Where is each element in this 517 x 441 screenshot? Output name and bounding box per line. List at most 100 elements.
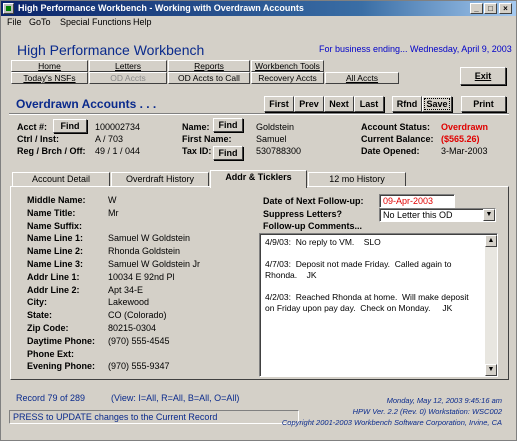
address-field-label: Zip Code: bbox=[27, 323, 69, 333]
app-window: High Performance Workbench - Working wit… bbox=[0, 0, 517, 441]
comment-entry: 4/9/03: No reply to VM. SLO bbox=[265, 237, 381, 247]
app-icon[interactable] bbox=[3, 3, 14, 14]
address-field-label: Evening Phone: bbox=[27, 361, 96, 371]
tab-addr-ticklers[interactable]: Addr & Ticklers bbox=[210, 170, 307, 188]
tax-id-label: Tax ID: bbox=[182, 146, 212, 156]
tab-account-detail[interactable]: Account Detail bbox=[12, 172, 110, 187]
dropdown-arrow-icon[interactable]: ▼ bbox=[483, 209, 495, 221]
workbench-tools-button[interactable]: Workbench Tools bbox=[251, 60, 324, 72]
suppress-letters-label: Suppress Letters? bbox=[263, 209, 343, 219]
od-accts-to-call-button[interactable]: OD Accts to Call bbox=[168, 72, 250, 84]
followup-comments-textarea[interactable]: 4/9/03: No reply to VM. SLO 4/7/03: Depo… bbox=[259, 233, 498, 377]
find-name-button[interactable]: Find bbox=[213, 118, 243, 132]
scroll-down-icon[interactable]: ▼ bbox=[485, 364, 497, 376]
address-field-value: 10034 E 92nd Pl bbox=[108, 272, 175, 282]
current-balance-label: Current Balance: bbox=[361, 134, 434, 144]
address-field-value: 80215-0304 bbox=[108, 323, 157, 333]
address-field-label: Name Title: bbox=[27, 208, 76, 218]
comment-entry: 4/7/03: Deposit not made Friday. Called … bbox=[265, 259, 454, 280]
address-field-value: (970) 555-4545 bbox=[108, 336, 170, 346]
address-field-label: Name Line 3: bbox=[27, 259, 84, 269]
address-field-label: State: bbox=[27, 310, 53, 320]
window-title: High Performance Workbench - Working wit… bbox=[18, 3, 304, 13]
tab-overdraft-history[interactable]: Overdraft History bbox=[111, 172, 209, 187]
tab-12-mo-history[interactable]: 12 mo History bbox=[308, 172, 406, 187]
menu-help[interactable]: Help bbox=[133, 16, 152, 29]
address-field-value: Mr bbox=[108, 208, 119, 218]
business-date: For business ending... Wednesday, April … bbox=[319, 44, 512, 54]
date-opened-label: Date Opened: bbox=[361, 146, 420, 156]
address-field-value: CO (Colorado) bbox=[108, 310, 167, 320]
prev-button[interactable]: Prev bbox=[294, 96, 324, 112]
address-field-label: Name Suffix: bbox=[27, 221, 83, 231]
view-filter: (View: I=All, R=All, B=All, O=All) bbox=[111, 393, 240, 403]
tax-id-value: 530788300 bbox=[256, 146, 302, 156]
menu-special-functions[interactable]: Special Functions bbox=[60, 16, 131, 29]
account-status-label: Account Status: bbox=[361, 122, 431, 132]
status-message: PRESS to UPDATE changes to the Current R… bbox=[9, 410, 299, 424]
menu-bar: File GoTo Special Functions Help bbox=[1, 16, 516, 29]
ctrl-inst-value: A / 703 bbox=[95, 134, 124, 144]
reports-button[interactable]: Reports bbox=[168, 60, 250, 72]
maximize-icon[interactable]: □ bbox=[484, 3, 497, 14]
recovery-accts-button[interactable]: Recovery Accts bbox=[251, 72, 324, 84]
menu-goto[interactable]: GoTo bbox=[29, 16, 51, 29]
reg-brch-off-value: 49 / 1 / 044 bbox=[95, 146, 141, 156]
todays-nsfs-button[interactable]: Today's NSFs bbox=[11, 72, 88, 84]
address-field-label: Daytime Phone: bbox=[27, 336, 96, 346]
app-title: High Performance Workbench bbox=[17, 42, 205, 58]
address-field-label: Name Line 1: bbox=[27, 233, 84, 243]
close-icon[interactable]: × bbox=[499, 3, 512, 14]
ctrl-inst-label: Ctrl / Inst: bbox=[17, 134, 59, 144]
scroll-up-icon[interactable]: ▲ bbox=[485, 235, 497, 247]
suppress-letters-value: No Letter this OD bbox=[383, 210, 453, 220]
od-accts-button[interactable]: OD Accts bbox=[89, 72, 167, 84]
next-button[interactable]: Next bbox=[324, 96, 354, 112]
section-title: Overdrawn Accounts . . . bbox=[16, 97, 157, 111]
address-field-value: Samuel W Goldstein Jr bbox=[108, 259, 201, 269]
all-accts-button[interactable]: All Accts bbox=[325, 72, 399, 84]
address-field-value: Lakewood bbox=[108, 297, 150, 307]
date-opened-value: 3-Mar-2003 bbox=[441, 146, 488, 156]
letters-button[interactable]: Letters bbox=[89, 60, 167, 72]
next-followup-label: Date of Next Follow-up: bbox=[263, 196, 364, 206]
version-info: HPW Ver. 2.2 (Rev. 0) Workstation: WSC00… bbox=[352, 407, 502, 416]
address-field-label: Addr Line 2: bbox=[27, 285, 80, 295]
comments-scrollbar[interactable]: ▲ ▼ bbox=[485, 235, 497, 376]
minimize-icon[interactable]: _ bbox=[470, 3, 483, 14]
acct-number: 100002734 bbox=[95, 122, 141, 132]
save-button[interactable]: Save bbox=[422, 96, 452, 112]
exit-button[interactable]: Exit bbox=[460, 67, 506, 85]
refund-button[interactable]: Rfnd bbox=[392, 96, 422, 112]
first-name-label: First Name: bbox=[182, 134, 232, 144]
followup-comments-label: Follow-up Comments... bbox=[263, 221, 362, 231]
title-bar: High Performance Workbench - Working wit… bbox=[1, 1, 516, 16]
next-followup-input[interactable]: 09-Apr-2003 bbox=[379, 194, 455, 208]
name-value: Goldstein bbox=[256, 122, 295, 132]
find-tax-button[interactable]: Find bbox=[213, 146, 243, 160]
find-acct-button[interactable]: Find bbox=[53, 119, 87, 133]
divider bbox=[9, 113, 509, 115]
menu-file[interactable]: File bbox=[7, 16, 22, 29]
current-balance-value: ($565.26) bbox=[441, 134, 480, 144]
account-status-value: Overdrawn bbox=[441, 122, 489, 132]
datetime: Monday, May 12, 2003 9:45:16 am bbox=[386, 396, 502, 405]
copyright: Copyright 2001-2003 Workbench Software C… bbox=[281, 418, 502, 427]
name-label: Name: bbox=[182, 122, 210, 132]
address-field-value: Apt 34-E bbox=[108, 285, 144, 295]
address-field-value: W bbox=[108, 195, 117, 205]
print-button[interactable]: Print bbox=[461, 96, 506, 112]
suppress-letters-select[interactable]: No Letter this OD ▼ bbox=[379, 208, 496, 222]
home-button[interactable]: Home bbox=[11, 60, 88, 72]
comment-entry: 4/2/03: Reached Rhonda at home. Will mak… bbox=[265, 292, 472, 313]
first-button[interactable]: First bbox=[264, 96, 294, 112]
address-field-value: Rhonda Goldstein bbox=[108, 246, 181, 256]
first-name-value: Samuel bbox=[256, 134, 287, 144]
address-field-label: Phone Ext: bbox=[27, 349, 75, 359]
address-field-label: Middle Name: bbox=[27, 195, 86, 205]
address-field-label: Addr Line 1: bbox=[27, 272, 80, 282]
reg-brch-off-label: Reg / Brch / Off: bbox=[17, 146, 86, 156]
last-button[interactable]: Last bbox=[354, 96, 384, 112]
address-field-label: Name Line 2: bbox=[27, 246, 84, 256]
address-field-value: Samuel W Goldstein bbox=[108, 233, 191, 243]
